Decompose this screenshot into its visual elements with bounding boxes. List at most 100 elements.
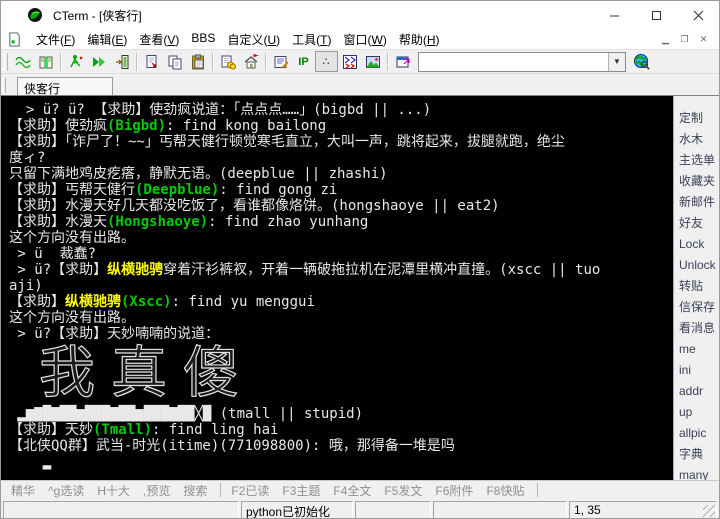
terminal-text: 【求助】「诈尸了！~~」丐帮天健行顿觉寒毛直立，大叫一声，跳将起来，拔腿就跑，绝… <box>9 134 565 150</box>
terminal-text: ▂▆▇█▇██▆███▇██▆███▇██╳█ (tmall || stupid… <box>9 406 364 422</box>
resize-grip[interactable] <box>703 505 715 517</box>
menu-item-BBS[interactable]: BBS <box>185 29 221 50</box>
window-title: CTerm - [侠客行] <box>53 8 142 23</box>
fkey-hint[interactable]: F5发文 <box>384 482 422 499</box>
terminal-text: 【求助】水漫天好几天都没吃饭了，看谁都像烙饼。(hongshaoye || ea… <box>9 198 500 214</box>
menu-item-窗口[interactable]: 窗口(W) <box>337 29 392 50</box>
terminal-line: 这个方向没有出路。 <box>9 310 673 326</box>
edit-script-icon[interactable] <box>269 51 292 72</box>
accounts-icon[interactable] <box>216 51 239 72</box>
sidebar-button-收藏夹[interactable]: 收藏夹 <box>674 171 719 192</box>
terminal-text: (Hongshaoye) <box>107 214 209 230</box>
terminal-text: > ü? ü? 【求助】使劲疯说道：「点点点……」(bigbd || ...) <box>9 102 432 118</box>
fkey-separator <box>537 483 539 497</box>
terminal-text: 纵横驰骋 <box>65 294 121 310</box>
menu-item-帮助[interactable]: 帮助(H) <box>393 29 446 50</box>
fkey-hint[interactable]: F8快贴 <box>486 482 524 499</box>
sidebar-button-many[interactable]: many <box>674 465 719 480</box>
terminal-line: 【求助】水漫天好几天都没吃饭了，看谁都像烙饼。(hongshaoye || ea… <box>9 198 673 214</box>
session-tab-bar: 侠客行 <box>1 74 719 96</box>
menu-item-编辑[interactable]: 编辑(E) <box>81 29 133 50</box>
picture-icon[interactable] <box>361 51 384 72</box>
terminal-text: 纵横驰骋 <box>107 262 164 278</box>
terminal-line: > ü?【求助】天妙喃喃的说道： <box>9 326 673 342</box>
sidebar-button-新邮件[interactable]: 新邮件 <box>674 192 719 213</box>
terminal-text: (Bigbd) <box>107 118 167 134</box>
connect-icon[interactable] <box>11 51 34 72</box>
terminal-text: > ü?【求助】 <box>9 262 108 278</box>
terminal-text: 穿着汗衫裤衩，开着一辆破拖拉机在泥潭里横冲直撞。(xscc || tuo <box>163 262 601 278</box>
mdi-window-controls: ▁ ❐ ✕ <box>656 32 713 47</box>
sidebar-button-主选单[interactable]: 主选单 <box>674 150 719 171</box>
terminal-text: : find gong zi <box>219 182 338 198</box>
sidebar-button-up[interactable]: up <box>674 402 719 423</box>
fkey-hint[interactable]: F3主题 <box>282 482 320 499</box>
terminal-line: > ü? ü? 【求助】使劲疯说道：「点点点……」(bigbd || ...) <box>9 102 673 118</box>
home-icon[interactable] <box>239 51 262 72</box>
combobox-dropdown-button[interactable]: ▼ <box>608 52 625 71</box>
toolbar-grip[interactable] <box>4 52 8 71</box>
sidebar-button-ini[interactable]: ini <box>674 360 719 381</box>
close-button[interactable] <box>677 1 719 29</box>
session-tab[interactable]: 侠客行 <box>17 77 113 96</box>
sidebar-button-转贴[interactable]: 转贴 <box>674 276 719 297</box>
disconnect-icon[interactable] <box>64 51 87 72</box>
menu-item-查看[interactable]: 查看(V) <box>133 29 185 50</box>
minimize-button[interactable] <box>593 1 635 29</box>
sidebar-button-水木[interactable]: 水木 <box>674 129 719 150</box>
menu-item-工具[interactable]: 工具(T) <box>286 29 337 50</box>
fkey-hint[interactable]: F4全文 <box>333 482 371 499</box>
sidebar-button-看消息[interactable]: 看消息 <box>674 318 719 339</box>
fkey-hint[interactable]: H十大 <box>97 482 130 499</box>
fkey-hint[interactable]: F6附件 <box>435 482 473 499</box>
terminal-line: ▂▆▇█▇██▆███▇██▆███▇██╳█ (tmall || stupid… <box>9 406 673 422</box>
terminal-line: 【求助】「诈尸了！~~」丐帮天健行顿觉寒毛直立，大叫一声，跳将起来，拔腿就跑，绝… <box>9 134 673 150</box>
menu-item-自定义[interactable]: 自定义(U) <box>221 29 286 50</box>
menu-item-文件[interactable]: 文件(F) <box>30 29 81 50</box>
fkey-hint[interactable]: 精华 <box>11 482 35 499</box>
ansi-download-icon[interactable] <box>338 51 361 72</box>
sidebar-button-字典[interactable]: 字典 <box>674 444 719 465</box>
sidebar-button-好友[interactable]: 好友 <box>674 213 719 234</box>
paste-icon[interactable] <box>186 51 209 72</box>
main-area: > ü? ü? 【求助】使劲疯说道：「点点点……」(bigbd || ...) 【… <box>1 95 719 480</box>
fkey-hint[interactable]: 搜索 <box>183 482 207 499</box>
terminal-line: > ü 裁蠢? <box>9 246 673 262</box>
sidebar-button-定制[interactable]: 定制 <box>674 108 719 129</box>
fkey-hint[interactable]: F2已读 <box>231 482 269 499</box>
terminal-screen[interactable]: > ü? ü? 【求助】使劲疯说道：「点点点……」(bigbd || ...) 【… <box>1 96 673 480</box>
toolbar: IP ∴ ▼ <box>1 49 719 74</box>
ip-icon[interactable]: IP <box>292 51 315 72</box>
sidebar-button-allpic[interactable]: allpic <box>674 423 719 444</box>
terminal-line: 【求助】纵横驰骋(Xscc): find yu menggui <box>9 294 673 310</box>
new-window-icon[interactable] <box>391 51 414 72</box>
tabbar-grip[interactable] <box>2 78 6 93</box>
sidebar-button-信保存[interactable]: 信保存 <box>674 297 719 318</box>
sidebar-button-Lock[interactable]: Lock <box>674 234 719 255</box>
address-input[interactable] <box>419 52 608 71</box>
terminal-line: 这个方向没有出路。 <box>9 230 673 246</box>
globe-search-icon[interactable] <box>630 51 653 72</box>
sidebar-button-Unlock[interactable]: Unlock <box>674 255 719 276</box>
mdi-restore-button[interactable]: ❐ <box>675 32 694 47</box>
terminal-text: 【求助】使劲疯 <box>9 118 107 134</box>
fkey-hint[interactable]: ,预览 <box>143 482 170 499</box>
mdi-close-button[interactable]: ✕ <box>694 32 713 47</box>
fkey-hint[interactable]: ^g选读 <box>48 482 84 499</box>
address-combobox[interactable]: ▼ <box>418 51 626 72</box>
dots-icon[interactable]: ∴ <box>315 51 338 72</box>
sidebar-button-addr[interactable]: addr <box>674 381 719 402</box>
terminal-text: : find ling hai <box>152 422 279 438</box>
reconnect-icon[interactable] <box>87 51 110 72</box>
terminal-text: 【求助】天妙 <box>9 422 93 438</box>
address-book-icon[interactable] <box>34 51 57 72</box>
maximize-button[interactable] <box>635 1 677 29</box>
copy-url-icon[interactable] <box>140 51 163 72</box>
mdi-minimize-button[interactable]: ▁ <box>656 32 675 47</box>
copy-icon[interactable] <box>163 51 186 72</box>
terminal-line: 【北侠QQ群】武当-时光(itime)(771098800): 哦，那得备一堆是… <box>9 438 673 454</box>
exit-icon[interactable] <box>110 51 133 72</box>
sidebar-button-me[interactable]: me <box>674 339 719 360</box>
toolbar-separator <box>265 52 266 71</box>
title-bar: CTerm - [侠客行] <box>1 1 719 29</box>
